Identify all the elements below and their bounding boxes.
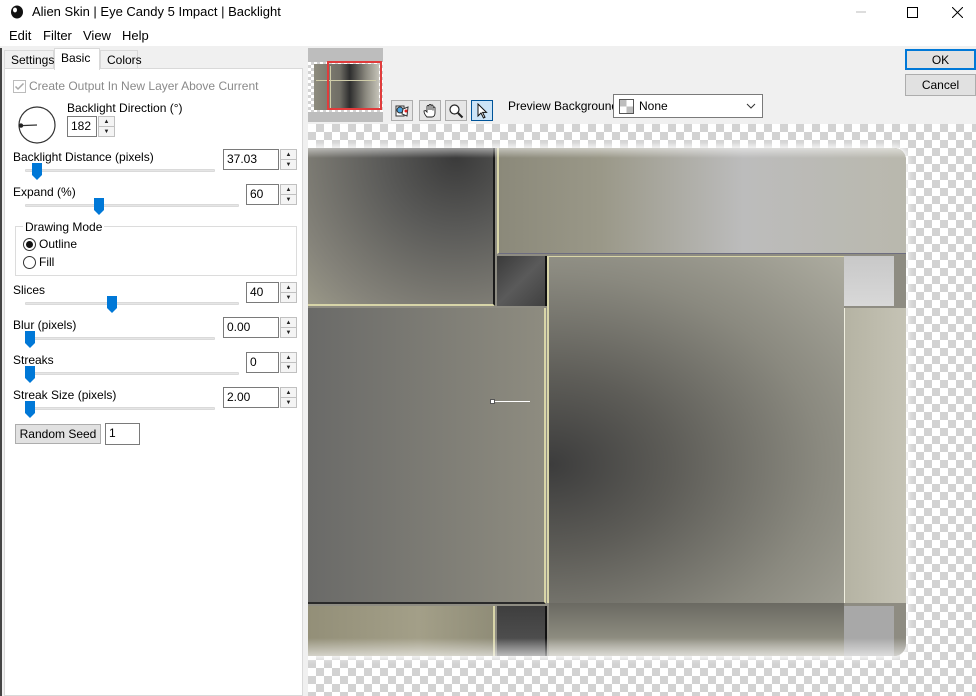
compare-tool[interactable] <box>391 100 413 121</box>
spin-up-icon[interactable]: ▲ <box>281 318 296 327</box>
blur-input[interactable]: 0.00 <box>223 317 279 338</box>
menu-bar: Edit Filter View Help <box>0 24 976 46</box>
direction-spinner: 182 ▲ ▼ <box>67 116 115 137</box>
slices-spinner: 40 ▲ ▼ <box>246 282 297 303</box>
drawing-mode-group: Drawing Mode Outline Fill <box>15 220 297 276</box>
streaks-label: Streaks <box>13 353 54 367</box>
slices-slider-thumb[interactable] <box>106 296 117 313</box>
direction-handle[interactable] <box>490 399 530 405</box>
spin-up-icon[interactable]: ▲ <box>281 150 296 159</box>
hand-tool[interactable] <box>419 100 441 121</box>
outline-label[interactable]: Outline <box>39 237 77 251</box>
hand-icon <box>423 103 436 117</box>
chevron-down-icon <box>746 103 756 109</box>
maximize-icon <box>906 6 918 18</box>
streak-size-input[interactable]: 2.00 <box>223 387 279 408</box>
preview-background-select[interactable]: None <box>613 94 763 118</box>
spin-up-icon[interactable]: ▲ <box>99 117 114 126</box>
cancel-button[interactable]: Cancel <box>905 74 976 96</box>
navigator-view-frame[interactable] <box>327 61 382 110</box>
transparency-swatch-icon <box>619 99 634 114</box>
expand-slider-thumb[interactable] <box>94 198 105 215</box>
slices-slider-track[interactable] <box>25 302 239 305</box>
menu-edit[interactable]: Edit <box>9 28 31 43</box>
direction-input[interactable]: 182 <box>67 116 97 137</box>
distance-input[interactable]: 37.03 <box>223 149 279 170</box>
spin-down-icon[interactable]: ▼ <box>281 292 296 302</box>
fill-radio[interactable] <box>23 256 36 269</box>
direction-dial[interactable] <box>16 104 58 146</box>
preview-image <box>308 148 906 656</box>
ok-button[interactable]: OK <box>905 49 976 70</box>
window-title: Alien Skin | Eye Candy 5 Impact | Backli… <box>32 4 281 19</box>
expand-input[interactable]: 60 <box>246 184 279 205</box>
streaks-slider-track[interactable] <box>25 372 239 375</box>
title-bar: Alien Skin | Eye Candy 5 Impact | Backli… <box>0 0 976 24</box>
direction-label: Backlight Direction (°) <box>67 101 183 115</box>
menu-filter[interactable]: Filter <box>43 28 72 43</box>
slices-label: Slices <box>13 283 46 297</box>
spin-up-icon[interactable]: ▲ <box>281 388 296 397</box>
basic-panel: Create Output In New Layer Above Current… <box>4 68 303 696</box>
expand-spinner: 60 ▲ ▼ <box>246 184 297 205</box>
create-output-checkbox[interactable] <box>13 80 26 93</box>
spin-down-icon[interactable]: ▼ <box>281 159 296 169</box>
blur-slider-thumb[interactable] <box>25 331 35 348</box>
streak-size-slider-thumb[interactable] <box>25 401 35 418</box>
minimize-button[interactable] <box>838 0 884 24</box>
spin-up-icon[interactable]: ▲ <box>281 185 296 194</box>
expand-label: Expand (%) <box>13 185 76 199</box>
spin-up-icon[interactable]: ▲ <box>281 283 296 292</box>
maximize-button[interactable] <box>889 0 935 24</box>
spin-down-icon[interactable]: ▼ <box>281 397 296 407</box>
blur-label: Blur (pixels) <box>13 318 77 332</box>
tab-settings[interactable]: Settings <box>4 50 54 69</box>
distance-label: Backlight Distance (pixels) <box>13 150 154 164</box>
preview-canvas[interactable] <box>308 124 976 696</box>
spin-down-icon[interactable]: ▼ <box>281 327 296 337</box>
app-logo-icon <box>11 5 23 19</box>
tab-colors[interactable]: Colors <box>100 50 142 69</box>
spin-up-icon[interactable]: ▲ <box>281 353 296 362</box>
spin-down-icon[interactable]: ▼ <box>281 362 296 372</box>
drawing-mode-label: Drawing Mode <box>23 220 105 234</box>
streak-size-label: Streak Size (pixels) <box>13 388 117 402</box>
menu-help[interactable]: Help <box>122 28 149 43</box>
navigator-thumbnail[interactable] <box>308 48 383 122</box>
streaks-slider-thumb[interactable] <box>25 366 35 383</box>
create-output-label: Create Output In New Layer Above Current <box>29 79 259 93</box>
streak-size-slider-track[interactable] <box>25 407 215 410</box>
blur-spinner: 0.00 ▲ ▼ <box>223 317 297 338</box>
close-icon <box>951 6 963 18</box>
distance-slider-track[interactable] <box>25 169 215 172</box>
spin-down-icon[interactable]: ▼ <box>99 126 114 136</box>
random-seed-button[interactable]: Random Seed <box>15 424 101 444</box>
distance-slider-thumb[interactable] <box>32 163 43 180</box>
outline-radio[interactable] <box>23 238 36 251</box>
close-button[interactable] <box>934 0 976 24</box>
preview-background-value: None <box>639 99 668 113</box>
slices-input[interactable]: 40 <box>246 282 279 303</box>
pointer-tool[interactable] <box>471 100 493 121</box>
blur-slider-track[interactable] <box>25 337 215 340</box>
expand-slider-track[interactable] <box>25 204 239 207</box>
pointer-icon <box>477 102 488 119</box>
fill-label[interactable]: Fill <box>39 255 54 269</box>
streaks-spinner: 0 ▲ ▼ <box>246 352 297 373</box>
dialog-window: Alien Skin | Eye Candy 5 Impact | Backli… <box>0 0 976 696</box>
zoom-tool[interactable] <box>445 100 467 121</box>
zoom-icon <box>449 103 464 118</box>
menu-view[interactable]: View <box>83 28 111 43</box>
distance-spinner: 37.03 ▲ ▼ <box>223 149 297 170</box>
window-edge <box>0 48 2 696</box>
streak-size-spinner: 2.00 ▲ ▼ <box>223 387 297 408</box>
preview-background-label: Preview Background: <box>508 99 622 113</box>
streaks-input[interactable]: 0 <box>246 352 279 373</box>
spin-down-icon[interactable]: ▼ <box>281 194 296 204</box>
compare-icon <box>395 105 409 117</box>
tab-basic[interactable]: Basic <box>54 48 100 70</box>
random-seed-input[interactable]: 1 <box>105 423 140 445</box>
minimize-icon <box>856 11 866 13</box>
